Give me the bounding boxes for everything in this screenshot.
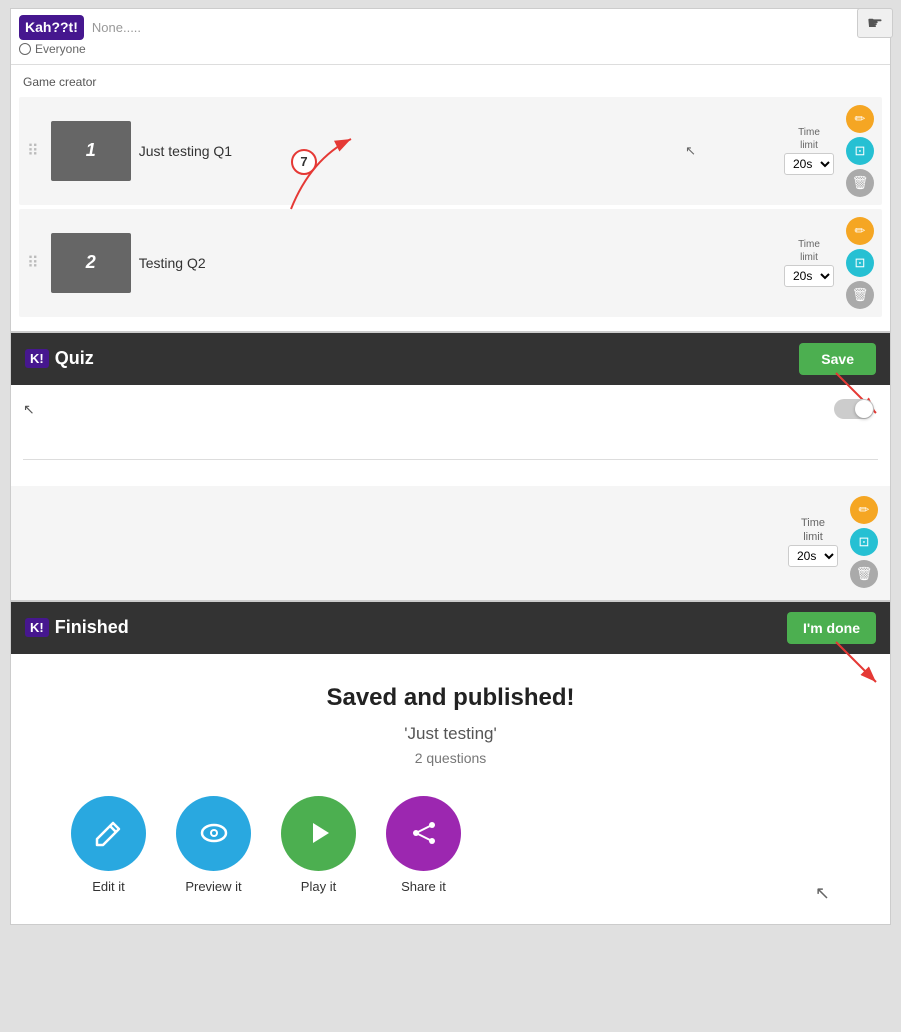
game-creator-panel: Kah??t! None..... Everyone Game creator … (0, 8, 901, 332)
save-btn-wrapper: Save 8 (799, 343, 876, 375)
delete-icon-1[interactable]: 🗑 (846, 169, 874, 197)
play-it-button[interactable]: Play it (281, 796, 356, 894)
question-row-1: ⠿ 1 Just testing Q1 ↖ Time limit 20s 30s… (19, 97, 882, 205)
time-select-bottom[interactable]: 20s 30s 60s (788, 545, 838, 567)
time-limit-group-2: Time limit 20s 30s 60s (784, 239, 834, 287)
none-text: None..... (92, 20, 141, 35)
panel-2-bottom: Time limit 20s 30s 60s ✏ ⊡ 🗑 (11, 486, 890, 600)
panel-2: K! Quiz Save 8 (10, 332, 891, 601)
done-btn-wrapper: I'm done 9 (787, 612, 876, 644)
preview-it-label: Preview it (185, 879, 241, 894)
edit-it-label: Edit it (92, 879, 125, 894)
preview-circle-icon (176, 796, 251, 871)
time-select-1[interactable]: 20s 30s 60s (784, 153, 834, 175)
time-label-2: Time (798, 239, 820, 250)
play-it-label: Play it (301, 879, 336, 894)
drag-handle-1[interactable]: ⠿ (23, 141, 43, 161)
time-label-1: Time (798, 127, 820, 138)
arrow-9-svg (826, 632, 901, 692)
everyone-row: Everyone (11, 42, 890, 60)
finished-title: Finished (55, 617, 129, 638)
cursor-bottom: ↖ (815, 883, 830, 904)
panel-2-body: ↖ (11, 385, 890, 486)
finished-panel: K! Finished I'm done 9 Saved and publi (0, 601, 901, 925)
time-label-1b: limit (800, 140, 818, 151)
cursor-1: ↖ (685, 143, 696, 159)
share-it-label: Share it (401, 879, 446, 894)
k-logo: K! (25, 349, 49, 368)
cursor-hand-icon: ☛ (867, 13, 883, 34)
copy-icon-2[interactable]: ⊡ (846, 249, 874, 277)
everyone-label: Everyone (35, 42, 86, 56)
game-creator-label: Game creator (11, 69, 890, 93)
edit-circle-icon (71, 796, 146, 871)
saved-title: Saved and published! (31, 684, 870, 712)
time-limit-group-1: Time limit 20s 30s 60s (784, 127, 834, 175)
edit-icon-1[interactable]: ✏ (846, 105, 874, 133)
copy-icon-bottom[interactable]: ⊡ (850, 528, 878, 556)
edit-icon-2[interactable]: ✏ (846, 217, 874, 245)
share-it-button[interactable]: Share it (386, 796, 461, 894)
divider-2 (23, 459, 878, 460)
cursor-2: ↖ (23, 401, 35, 417)
action-buttons-row: Edit it Preview it (31, 796, 870, 894)
quiz-name: 'Just testing' (31, 724, 870, 744)
q-number-2: 2 (51, 233, 131, 293)
panel-3-body: Saved and published! 'Just testing' 2 qu… (11, 654, 890, 924)
panel-1: Kah??t! None..... Everyone Game creator … (10, 8, 891, 332)
toggle-area (834, 399, 874, 419)
delete-icon-bottom[interactable]: 🗑 (850, 560, 878, 588)
q-text-2: Testing Q2 (139, 255, 776, 271)
annotation-7: 7 (291, 149, 317, 175)
quiz-header-left: K! Quiz (25, 348, 94, 369)
k-logo-finished: K! (25, 618, 49, 637)
edit-it-button[interactable]: Edit it (71, 796, 146, 894)
edit-svg-icon (93, 817, 125, 849)
panel-2-header: K! Quiz Save 8 (11, 333, 890, 385)
action-icons-1: ✏ ⊡ 🗑 (846, 105, 874, 197)
action-icons-bottom: ✏ ⊡ 🗑 (850, 496, 878, 588)
panel-3: K! Finished I'm done 9 Saved and publi (10, 601, 891, 925)
q-number-1: 1 (51, 121, 131, 181)
play-circle-icon (281, 796, 356, 871)
panel-3-header: K! Finished I'm done 9 (11, 602, 890, 654)
preview-it-button[interactable]: Preview it (176, 796, 251, 894)
logo-area: Kah??t! None..... (11, 9, 890, 42)
share-circle-icon (386, 796, 461, 871)
play-svg-icon (303, 817, 335, 849)
copy-icon-1[interactable]: ⊡ (846, 137, 874, 165)
time-limit-group-bottom: Time limit 20s 30s 60s (788, 517, 838, 567)
preview-svg-icon (198, 817, 230, 849)
action-icons-2: ✏ ⊡ 🗑 (846, 217, 874, 309)
top-right-indicator: ☛ (857, 8, 893, 38)
finished-header-left: K! Finished (25, 617, 129, 638)
question-row-2: ⠿ 2 Testing Q2 Time limit 20s 30s 60s ✏ … (19, 209, 882, 317)
quiz-panel: K! Quiz Save 8 (0, 332, 901, 601)
time-select-2[interactable]: 20s 30s 60s (784, 265, 834, 287)
delete-icon-2[interactable]: 🗑 (846, 281, 874, 309)
questions-count: 2 questions (31, 750, 870, 766)
divider (11, 64, 890, 65)
globe-icon (19, 43, 31, 55)
quiz-title: Quiz (55, 348, 94, 369)
kahoot-logo: Kah??t! (19, 15, 84, 40)
drag-handle-2[interactable]: ⠿ (23, 253, 43, 273)
time-label-2b: limit (800, 252, 818, 263)
edit-icon-bottom[interactable]: ✏ (850, 496, 878, 524)
share-svg-icon (408, 817, 440, 849)
